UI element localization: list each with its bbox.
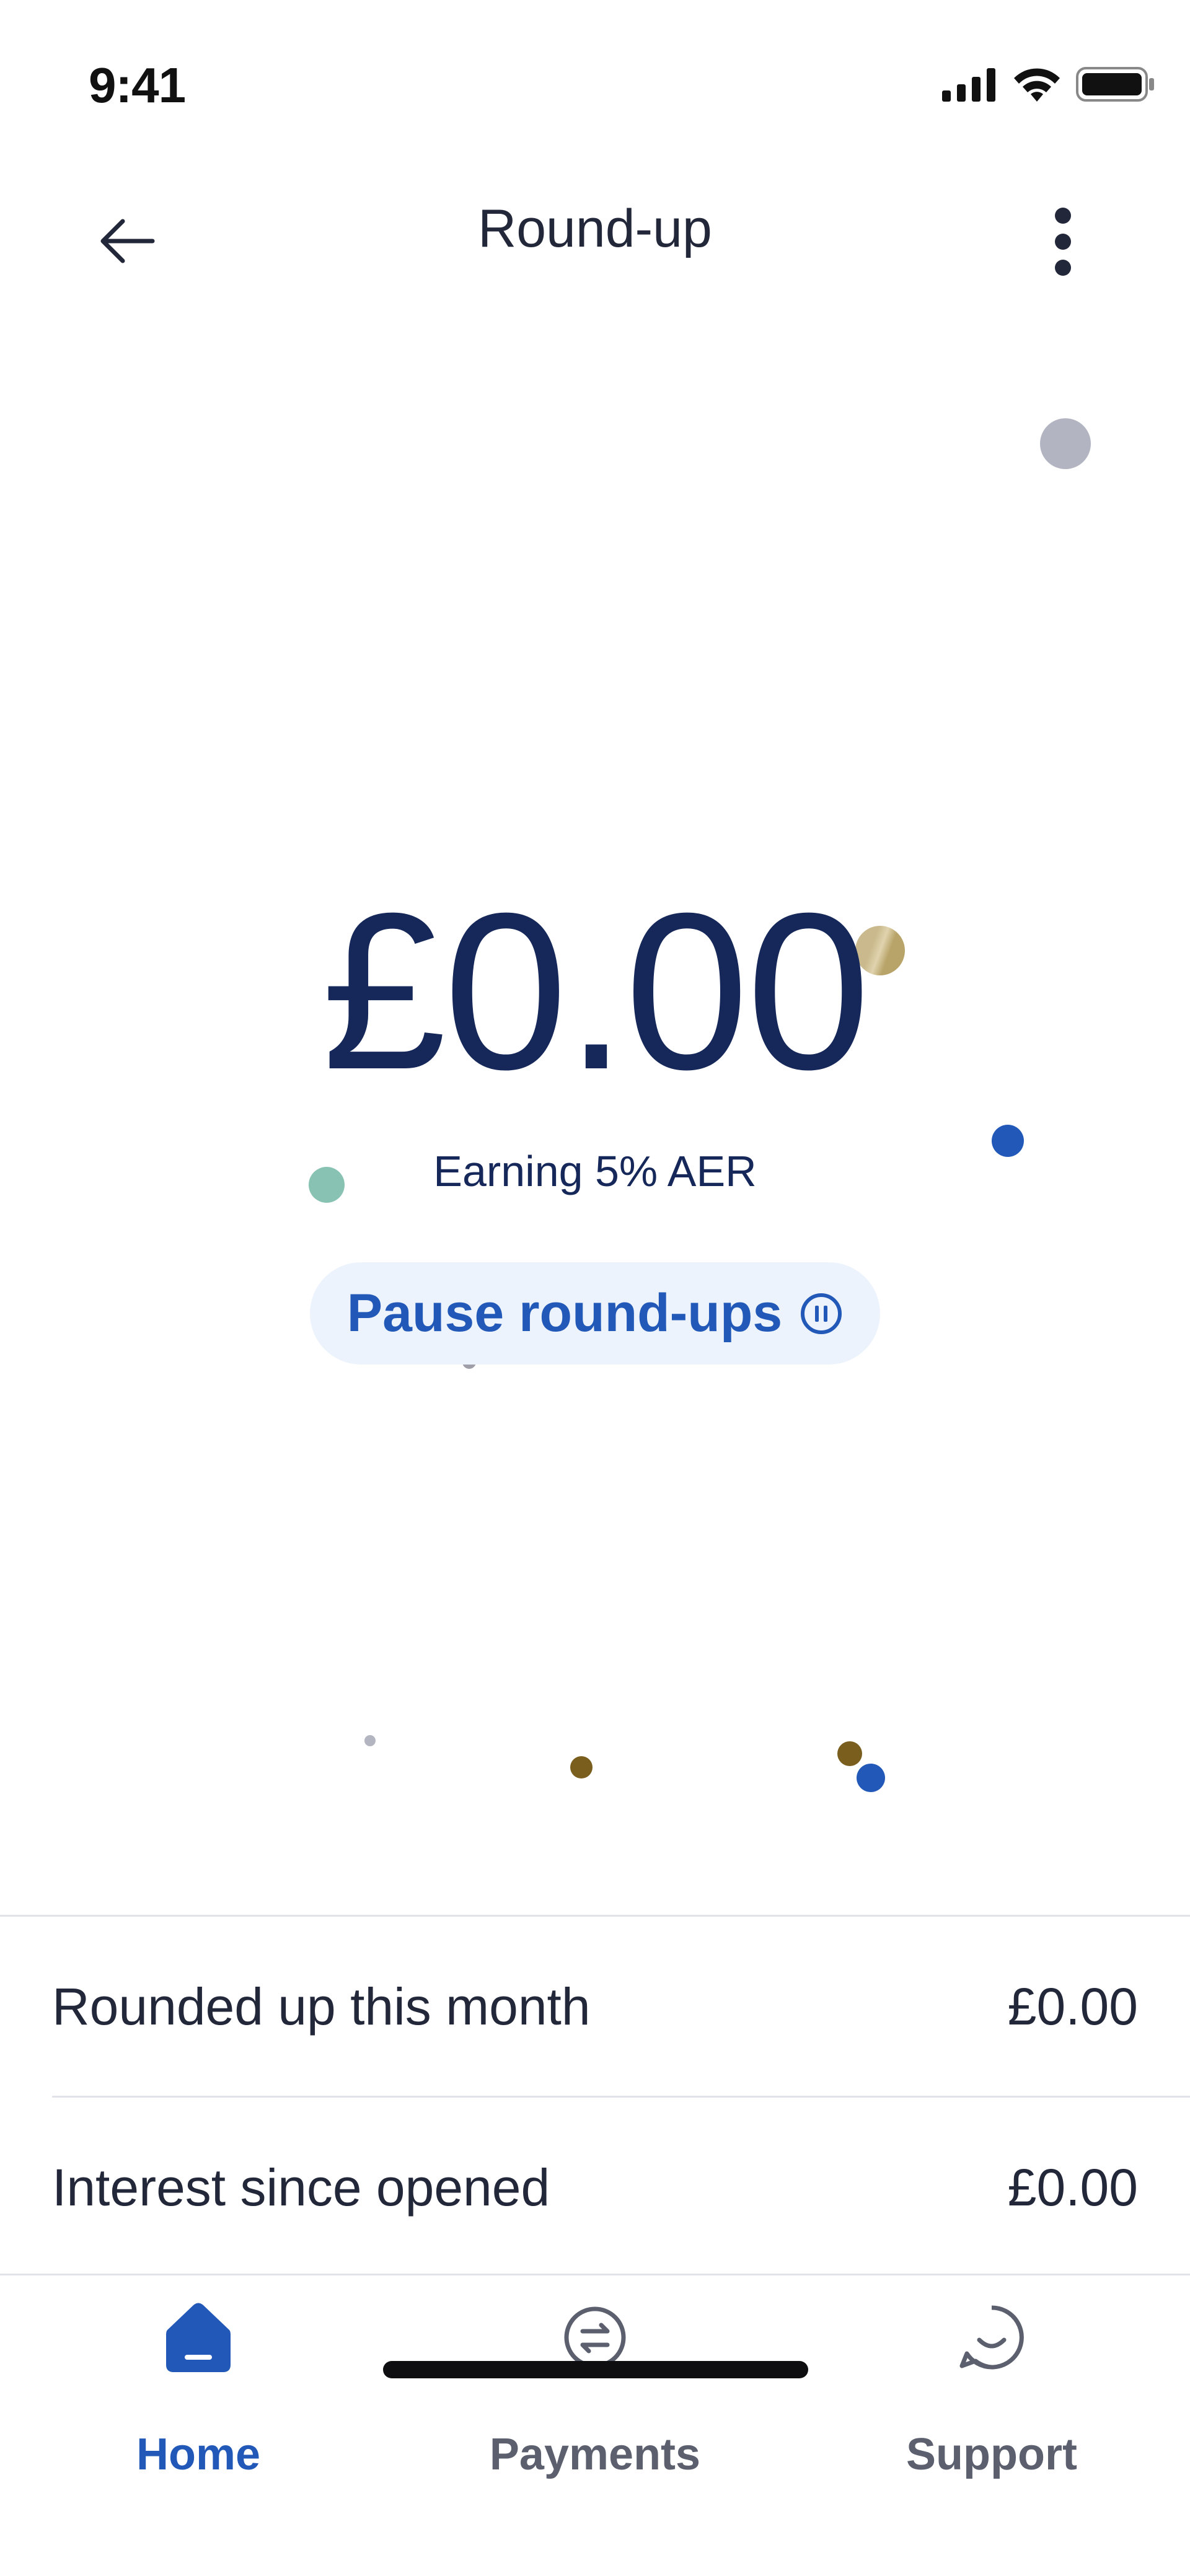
pause-icon [801,1293,842,1334]
header: Round-up [0,161,1190,304]
status-bar: 9:41 [0,0,1190,161]
pause-round-ups-label: Pause round-ups [346,1283,783,1343]
more-vertical-icon [1055,208,1071,276]
stat-value: £0.00 [1007,2158,1138,2217]
stat-row-interest: Interest since opened £0.00 [0,2098,1190,2277]
page-title: Round-up [478,199,712,258]
stat-row-rounded-up: Rounded up this month £0.00 [0,1917,1190,2096]
round-up-balance: £0.00 [322,867,871,1116]
tab-payments[interactable]: Payments [397,2300,793,2486]
more-options-button[interactable] [1023,198,1103,285]
tab-label: Support [906,2430,1077,2479]
status-time: 9:41 [89,58,186,113]
stat-label: Interest since opened [52,2158,550,2217]
signal-icon [942,68,995,102]
wifi-icon [1014,68,1060,102]
tab-support[interactable]: Support [793,2300,1190,2486]
stat-value: £0.00 [1007,1977,1138,2036]
tab-label: Payments [489,2430,701,2479]
stat-label: Rounded up this month [52,1977,591,2036]
decorative-dot [1040,418,1091,469]
tab-bar: Home Payments Support [0,2275,1190,2576]
interest-rate-text: Earning 5% AER [433,1147,757,1195]
pause-round-ups-button[interactable]: Pause round-ups [310,1262,880,1365]
round-up-hero: £0.00 Earning 5% AER Pause round-ups [0,304,1190,1915]
status-icons [942,66,1155,103]
support-icon [959,2305,1024,2370]
tab-label: Home [136,2430,261,2479]
decorative-dot [364,1735,376,1746]
decorative-dot [857,1764,885,1792]
decorative-dot [837,1741,862,1766]
battery-icon [1076,67,1154,102]
decorative-dot [570,1756,593,1778]
tab-home[interactable]: Home [0,2300,397,2486]
home-indicator [383,2361,808,2378]
home-icon [166,2303,231,2372]
